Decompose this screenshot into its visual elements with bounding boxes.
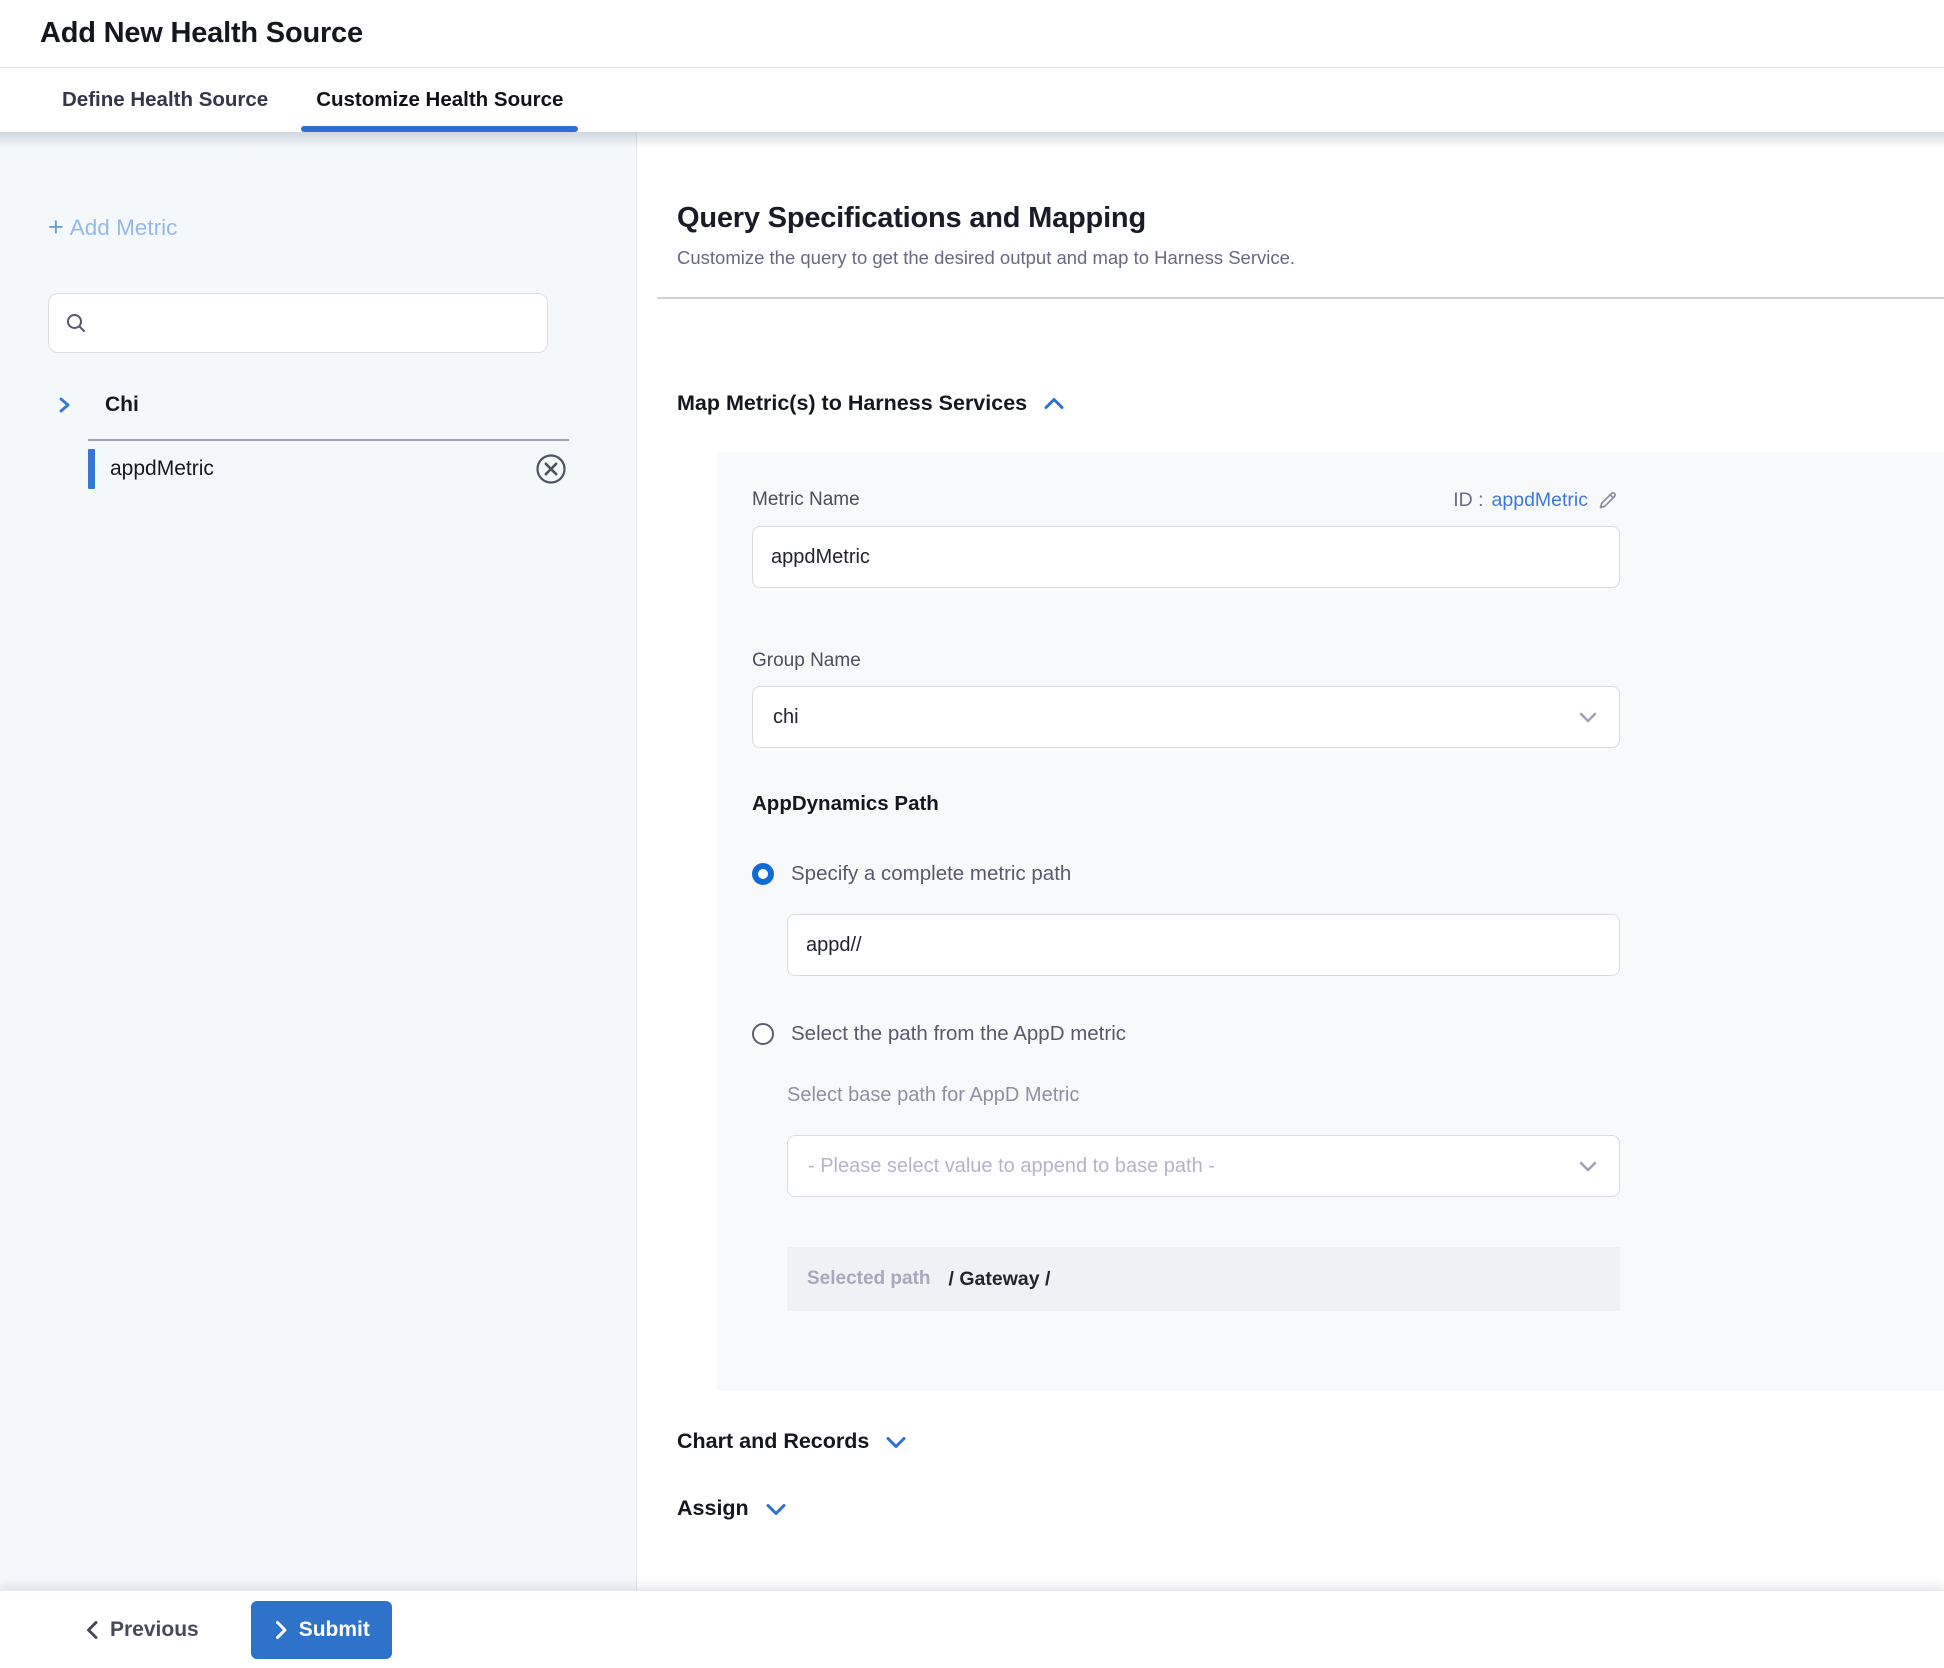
chevron-down-icon (1577, 1159, 1599, 1173)
id-label: ID : (1453, 489, 1483, 512)
chevron-right-icon (55, 395, 73, 415)
edit-id-icon[interactable] (1596, 488, 1620, 512)
query-spec-panel: Query Specifications and Mapping Customi… (637, 132, 1944, 1590)
submit-label: Submit (299, 1618, 370, 1642)
base-path-select[interactable]: - Please select value to append to base … (787, 1135, 1620, 1197)
search-icon (65, 312, 87, 334)
tab-define-health-source[interactable]: Define Health Source (47, 68, 283, 132)
base-path-placeholder: - Please select value to append to base … (808, 1155, 1215, 1178)
assign-title: Assign (677, 1496, 749, 1521)
chevron-left-icon (84, 1619, 100, 1641)
add-health-source-dialog: Add New Health Source Define Health Sour… (0, 0, 1944, 1668)
selected-path-label: Selected path (807, 1268, 931, 1290)
chart-records-title: Chart and Records (677, 1429, 869, 1454)
metric-name-label: Metric Name (752, 489, 860, 511)
section-title: Query Specifications and Mapping (677, 202, 1944, 235)
submit-button[interactable]: Submit (251, 1601, 392, 1659)
radio-unselected-icon (752, 1023, 774, 1045)
metric-item-name: appdMetric (110, 457, 214, 481)
radio-select-path-from-appd[interactable]: Select the path from the AppD metric (752, 1022, 1944, 1046)
map-metrics-section-toggle[interactable]: Map Metric(s) to Harness Services (677, 391, 1066, 416)
metric-search-box (48, 293, 548, 353)
add-metric-label: Add Metric (70, 215, 178, 241)
search-input[interactable] (97, 312, 531, 335)
wizard-footer: Previous Submit (0, 1590, 1944, 1668)
chevron-down-icon (884, 1433, 908, 1451)
selected-indicator-bar (88, 449, 95, 489)
metric-name-input[interactable] (752, 526, 1620, 588)
assign-section-toggle[interactable]: Assign (677, 1496, 788, 1521)
metric-group-name: Chi (105, 393, 139, 417)
radio-complete-path-label: Specify a complete metric path (791, 862, 1071, 886)
group-name-select[interactable]: chi (752, 686, 1620, 748)
add-metric-button[interactable]: + Add Metric (48, 214, 177, 241)
chart-records-section-toggle[interactable]: Chart and Records (677, 1429, 908, 1454)
metric-mapping-panel: Metric Name ID : appdMetric Group Nam (717, 452, 1944, 1391)
metrics-sidebar: + Add Metric Chi (0, 132, 637, 1590)
metric-item-appdmetric[interactable]: appdMetric (88, 441, 569, 497)
complete-metric-path-input[interactable] (787, 914, 1620, 976)
selected-path-value: / Gateway / (949, 1268, 1051, 1291)
base-path-label: Select base path for AppD Metric (787, 1084, 1944, 1107)
metric-group-chi[interactable]: Chi (0, 383, 636, 427)
tab-customize-health-source[interactable]: Customize Health Source (301, 68, 578, 132)
tab-label: Customize Health Source (316, 88, 563, 112)
group-name-label: Group Name (752, 650, 1944, 672)
group-name-value: chi (773, 706, 799, 729)
chevron-right-icon (273, 1619, 289, 1641)
metric-id: ID : appdMetric (1453, 488, 1620, 512)
selected-path-row: Selected path / Gateway / (787, 1247, 1620, 1311)
content-divider (657, 297, 1944, 299)
chevron-down-icon (1577, 710, 1599, 724)
appdynamics-path-label: AppDynamics Path (752, 792, 1944, 816)
radio-complete-metric-path[interactable]: Specify a complete metric path (752, 862, 1944, 886)
tab-label: Define Health Source (62, 88, 268, 112)
map-metrics-section-title: Map Metric(s) to Harness Services (677, 391, 1027, 416)
radio-selected-icon (752, 863, 774, 885)
previous-button[interactable]: Previous (84, 1618, 199, 1642)
section-subtitle: Customize the query to get the desired o… (677, 247, 1944, 269)
previous-label: Previous (110, 1618, 199, 1642)
remove-metric-icon[interactable] (533, 451, 569, 487)
id-value-link[interactable]: appdMetric (1492, 489, 1588, 512)
plus-icon: + (48, 214, 64, 241)
chevron-up-icon (1042, 395, 1066, 413)
page-title: Add New Health Source (40, 17, 363, 50)
tab-bar: Define Health Source Customize Health So… (0, 68, 1944, 132)
radio-select-path-label: Select the path from the AppD metric (791, 1022, 1126, 1046)
chevron-down-icon (764, 1500, 788, 1518)
dialog-header: Add New Health Source (0, 0, 1944, 68)
